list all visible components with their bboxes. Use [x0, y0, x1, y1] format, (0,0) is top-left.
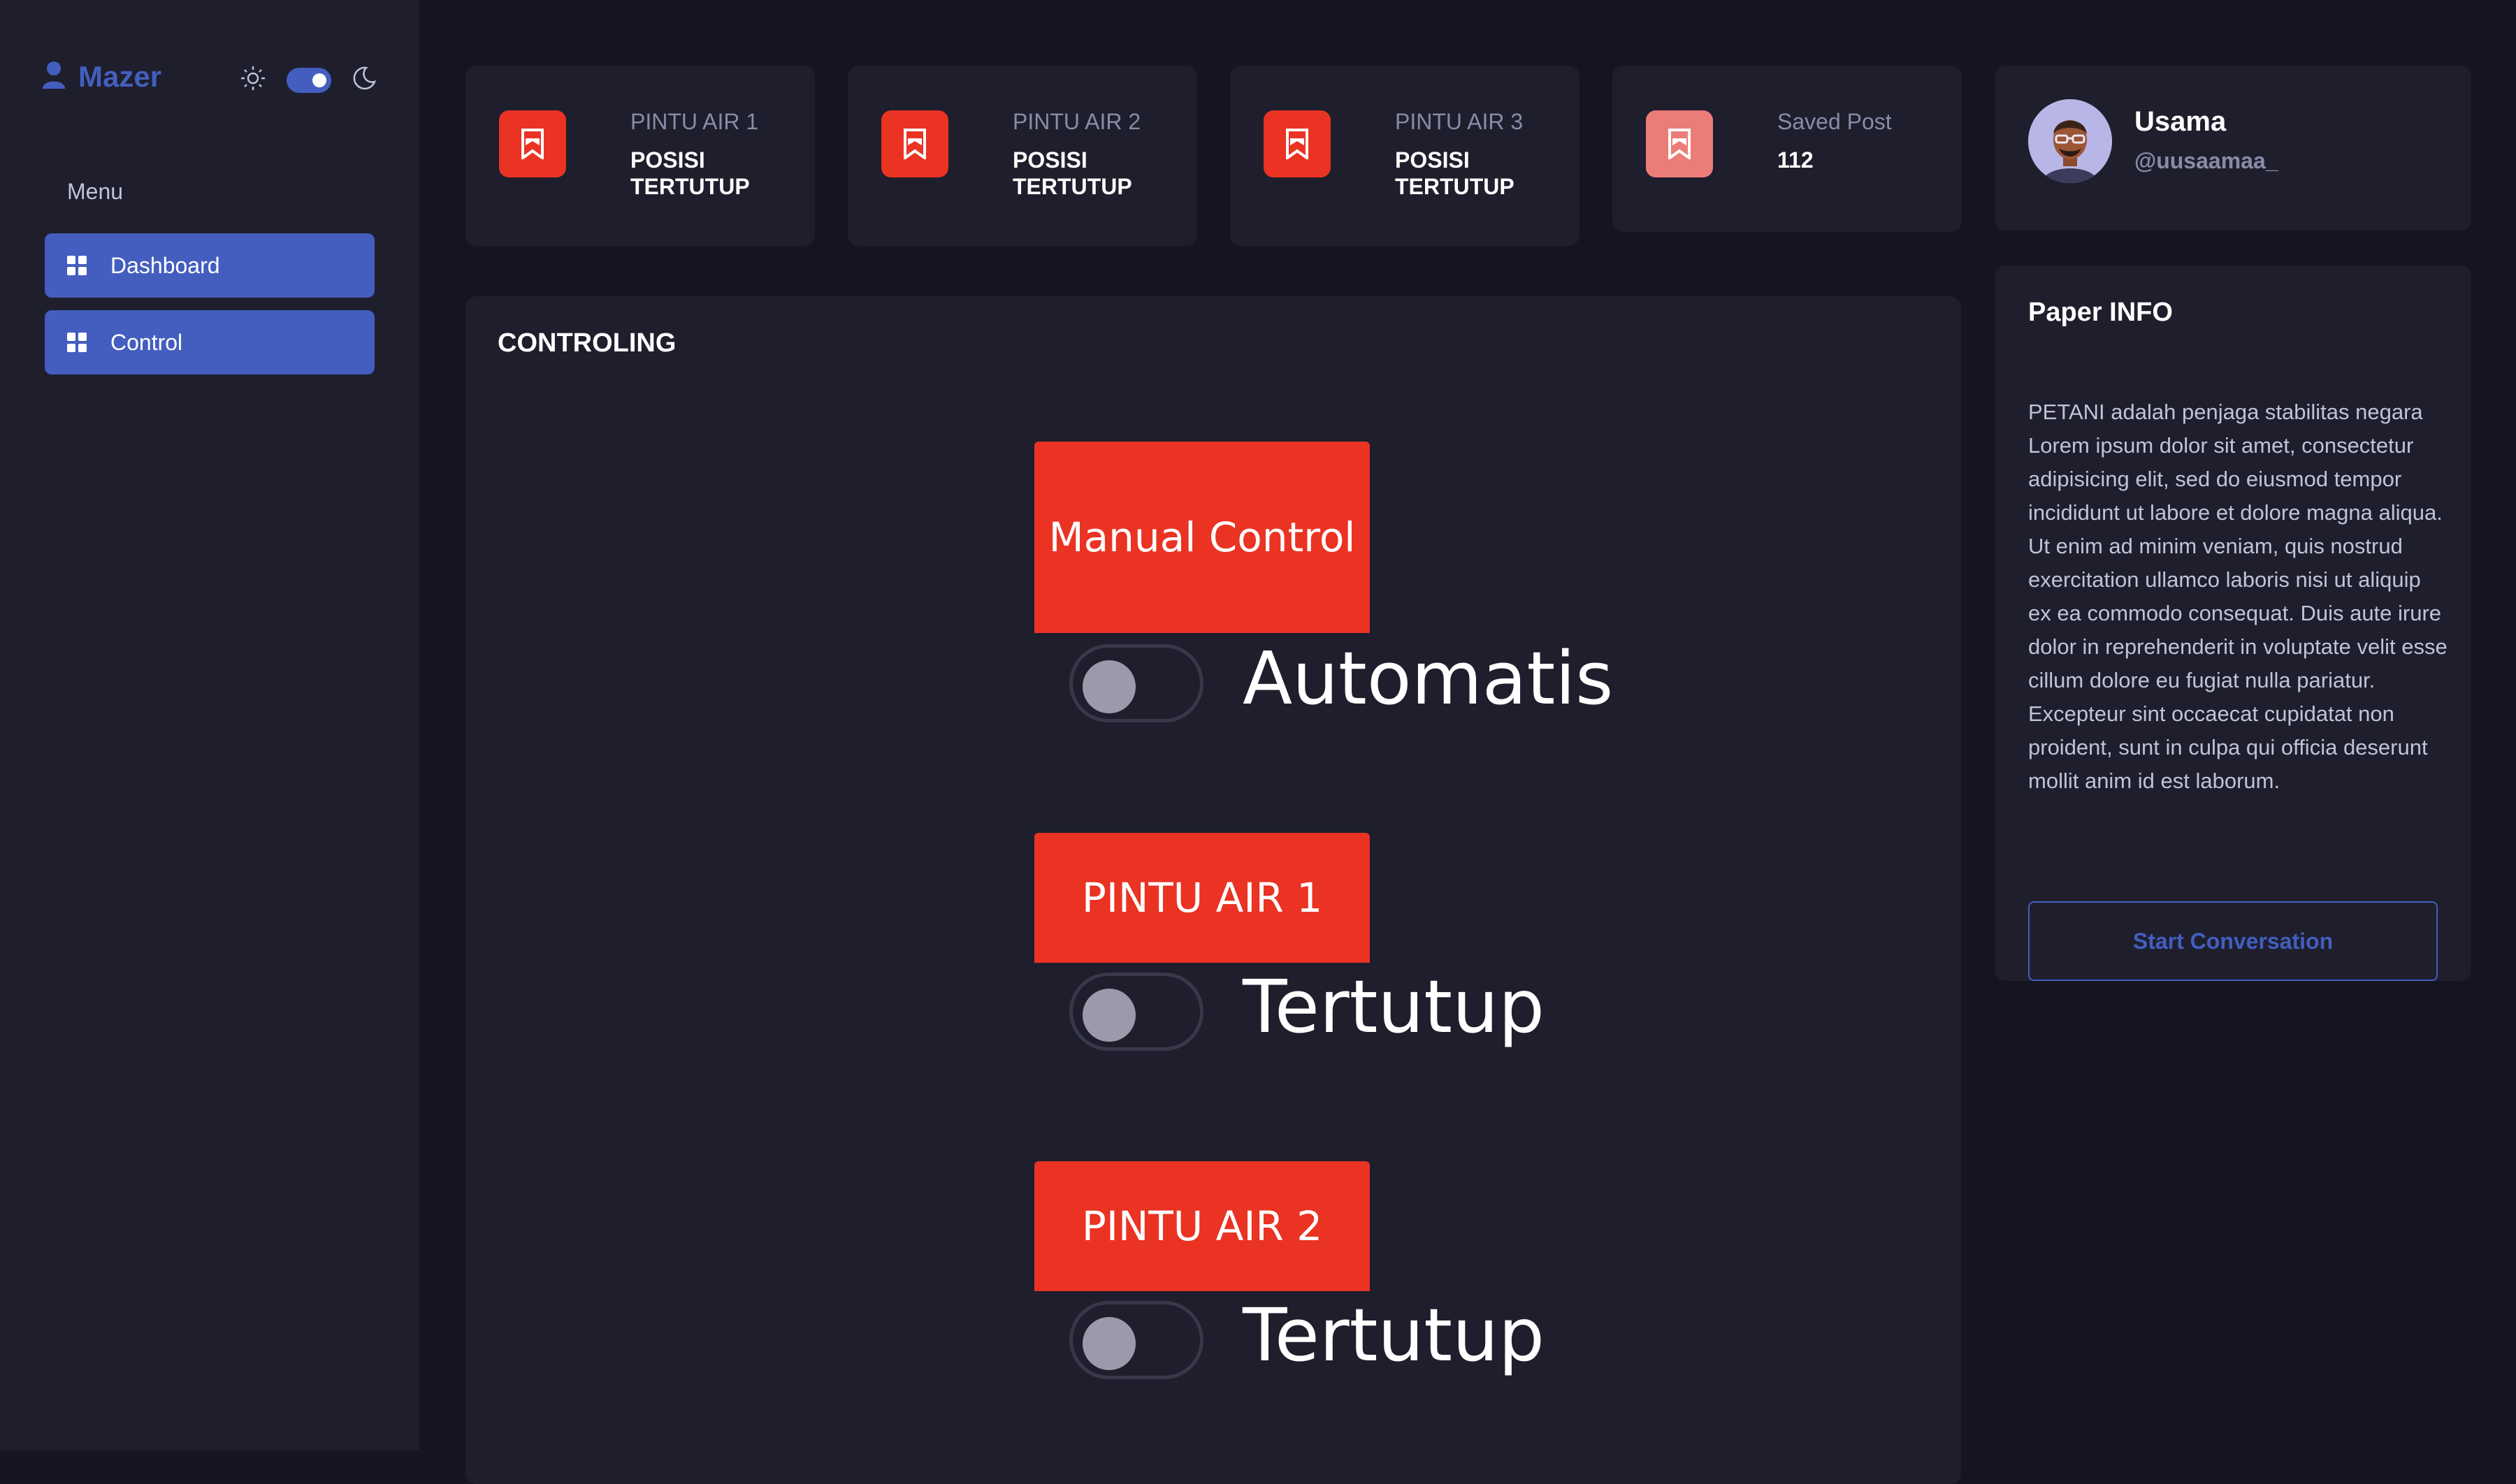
pintu-air-2-status: Tertutup [1243, 1293, 1545, 1378]
sidebar-item-label: Dashboard [110, 252, 220, 278]
user-icon [42, 61, 66, 94]
toggle-knob [1083, 1317, 1136, 1370]
paper-info-card: Paper INFO PETANI adalah penjaga stabili… [1995, 265, 2471, 981]
stat-card-saved-post: Saved Post 112 [1612, 66, 1962, 232]
toggle-knob [1083, 660, 1136, 713]
toggle-knob [1083, 989, 1136, 1042]
pintu-air-1-status: Tertutup [1243, 964, 1545, 1049]
stat-value: POSISI TERTUTUP [1013, 147, 1132, 199]
bookmark-icon [881, 110, 948, 177]
pintu-air-2-button[interactable]: PINTU AIR 2 [1034, 1161, 1370, 1291]
automatis-toggle[interactable] [1069, 644, 1203, 722]
manual-control-button[interactable]: Manual Control [1034, 442, 1370, 633]
profile-handle: @uusaamaa_ [2134, 148, 2278, 173]
controling-panel: CONTROLING Manual Control Automatis PINT… [465, 296, 1961, 1484]
bookmark-icon [1264, 110, 1331, 177]
start-conversation-button[interactable]: Start Conversation [2028, 901, 2438, 981]
brand[interactable]: Mazer [42, 60, 161, 94]
brand-name: Mazer [78, 60, 162, 93]
bookmark-icon [499, 110, 566, 177]
stat-card-pintu-air-3: PINTU AIR 3 POSISI TERTUTUP [1230, 66, 1579, 246]
grid-icon [67, 256, 87, 275]
sidebar-item-label: Control [110, 329, 183, 355]
paper-info-title: Paper INFO [2028, 298, 2173, 327]
stat-label: PINTU AIR 3 [1395, 109, 1524, 134]
bookmark-icon [1646, 110, 1713, 177]
controling-title: CONTROLING [498, 328, 677, 358]
sidebar-item-dashboard[interactable]: Dashboard [45, 233, 375, 298]
menu-title: Menu [67, 179, 124, 204]
stat-label: PINTU AIR 2 [1013, 109, 1141, 134]
stat-card-pintu-air-1: PINTU AIR 1 POSISI TERTUTUP [465, 66, 815, 246]
stat-label: Saved Post [1777, 109, 1892, 134]
pintu-air-1-toggle[interactable] [1069, 973, 1203, 1051]
stat-value: 112 [1777, 147, 1814, 173]
profile-name: Usama [2134, 106, 2227, 137]
grid-icon [67, 333, 87, 352]
theme-switch[interactable] [287, 67, 331, 93]
stat-value: POSISI TERTUTUP [630, 147, 750, 199]
theme-toggle[interactable] [239, 64, 377, 96]
moon-icon [351, 65, 377, 95]
stat-value: POSISI TERTUTUP [1395, 147, 1514, 199]
sidebar-item-control[interactable]: Control [45, 310, 375, 374]
paper-info-text: PETANI adalah penjaga stabilitas negara … [2028, 400, 2448, 793]
avatar[interactable] [2028, 99, 2112, 183]
stat-label: PINTU AIR 1 [630, 109, 759, 134]
pintu-air-2-toggle[interactable] [1069, 1301, 1203, 1379]
theme-switch-knob [312, 73, 326, 87]
stat-card-pintu-air-2: PINTU AIR 2 POSISI TERTUTUP [848, 66, 1197, 246]
profile-card: Usama @uusaamaa_ [1995, 66, 2471, 231]
pintu-air-1-button[interactable]: PINTU AIR 1 [1034, 833, 1370, 963]
sun-icon [239, 64, 267, 96]
sidebar: Mazer Menu Dashboard Control [0, 0, 419, 1450]
automatis-label: Automatis [1243, 636, 1614, 721]
